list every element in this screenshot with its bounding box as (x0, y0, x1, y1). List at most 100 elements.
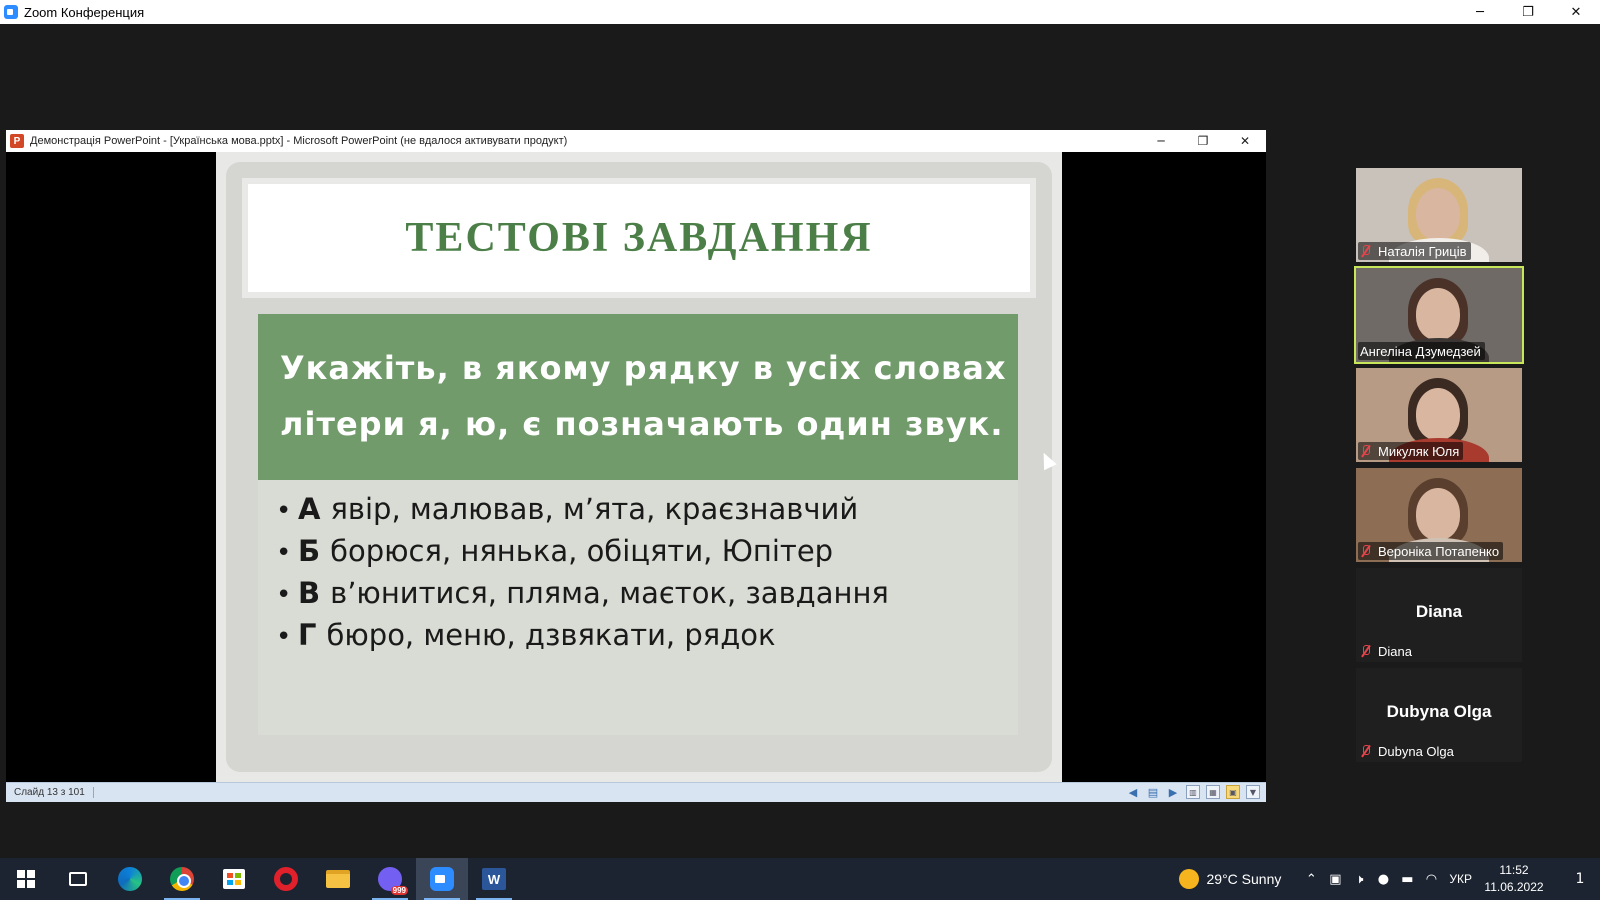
participant-display-name: Dubyna Olga (1386, 702, 1492, 721)
clock-time: 11:52 (1499, 863, 1529, 877)
meet-now-icon[interactable]: ▣ (1323, 872, 1347, 887)
slide[interactable]: ТЕСТОВІ ЗАВДАННЯ Укажіть, в якому рядку … (216, 152, 1062, 782)
participant-name: Микуляк Юля (1378, 443, 1460, 459)
start-button[interactable] (0, 858, 52, 900)
powerpoint-app-icon: P (10, 134, 24, 148)
edge-browser-icon (118, 867, 142, 891)
status-bar-icons: ◀ ▤ ▶ ▥ ▦ ▣ ▼ (1126, 785, 1260, 799)
battery-icon[interactable]: ▬ (1395, 872, 1419, 887)
viber-taskbar-button[interactable]: 999 (364, 858, 416, 900)
microsoft-store-icon (223, 869, 245, 889)
reading-view-icon[interactable]: ▣ (1226, 785, 1240, 799)
participant-tile[interactable]: Вероніка Потапенко (1356, 468, 1522, 562)
zoom-minimize-button[interactable]: ─ (1456, 0, 1504, 24)
zoom-restore-button[interactable]: ❐ (1504, 0, 1552, 24)
file-explorer-icon (326, 870, 350, 888)
bullet: • (276, 622, 292, 652)
zoom-titlebar: Zoom Конференция ─ ❐ ✕ (0, 0, 1600, 24)
participant-name-bar: Вероніка Потапенко (1358, 542, 1504, 560)
bullet: • (276, 538, 292, 568)
participant-tile[interactable]: Наталія Гриців (1356, 168, 1522, 262)
participant-name: Наталія Гриців (1378, 243, 1467, 259)
powerpoint-close-button[interactable]: ✕ (1224, 130, 1266, 152)
answer-text: борюся, нянька, обіцяти, Юпітер (330, 534, 834, 568)
answer-letter: В (298, 576, 321, 610)
taskbar-clock[interactable]: 11:52 11.06.2022 (1482, 862, 1546, 896)
participant-tile-active-speaker[interactable]: Ангеліна Дзумедзей (1354, 266, 1524, 364)
participant-name-bar: Наталія Гриців (1358, 242, 1471, 260)
slide-viewport[interactable]: ТЕСТОВІ ЗАВДАННЯ Укажіть, в якому рядку … (6, 152, 1266, 782)
slide-title: ТЕСТОВІ ЗАВДАННЯ (405, 215, 873, 261)
participant-tile[interactable]: Микуляк Юля (1356, 368, 1522, 462)
zoom-taskbar-button[interactable] (416, 858, 468, 900)
sun-icon[interactable] (1178, 869, 1199, 889)
powerpoint-minimize-button[interactable]: ─ (1140, 130, 1182, 152)
word-taskbar-button[interactable]: W (468, 858, 520, 900)
weather-widget[interactable]: 29°C Sunny (1207, 871, 1282, 887)
powerpoint-restore-button[interactable]: ❐ (1182, 130, 1224, 152)
task-view-button[interactable] (52, 858, 104, 900)
chrome-taskbar-button[interactable] (156, 858, 208, 900)
edge-taskbar-button[interactable] (104, 858, 156, 900)
answer-option-b: • Б борюся, нянька, обіцяти, Юпітер (276, 534, 1018, 576)
notification-center-icon[interactable]: 1 (1560, 871, 1600, 887)
mic-muted-icon (1360, 645, 1372, 657)
participant-name: Ангеліна Дзумедзей (1360, 343, 1481, 359)
normal-view-icon[interactable]: ▥ (1186, 785, 1200, 799)
answer-letter: А (298, 492, 321, 526)
microphone-icon[interactable]: ● (1371, 872, 1395, 887)
participant-name-bar: Ангеліна Дзумедзей (1358, 342, 1485, 360)
question-line-1: Укажіть, в якому рядку в усіх словах (280, 349, 1007, 387)
participant-name-bar: Микуляк Юля (1358, 442, 1464, 460)
viber-unread-badge: 999 (390, 886, 408, 895)
next-slide-icon[interactable]: ▶ (1166, 785, 1180, 799)
participant-name: Diana (1378, 643, 1412, 659)
slide-sorter-view-icon[interactable]: ▦ (1206, 785, 1220, 799)
participant-face (1416, 288, 1460, 340)
notification-count: 1 (1575, 871, 1585, 887)
show-hidden-icons-chevron-icon[interactable]: ⌃ (1299, 872, 1323, 887)
zoom-window-controls: ─ ❐ ✕ (1456, 0, 1600, 24)
answer-letter: Б (298, 534, 321, 568)
answer-letter: Г (298, 618, 317, 652)
opera-browser-icon (274, 867, 298, 891)
weather-temperature: 29°C (1206, 871, 1238, 887)
answer-option-d: • Г бюро, меню, дзвякати, рядок (276, 618, 1018, 660)
slide-frame: ТЕСТОВІ ЗАВДАННЯ Укажіть, в якому рядку … (226, 162, 1052, 772)
bullet: • (276, 496, 292, 526)
mic-muted-icon (1360, 545, 1372, 557)
opera-taskbar-button[interactable] (260, 858, 312, 900)
file-explorer-taskbar-button[interactable] (312, 858, 364, 900)
viber-icon: 999 (378, 867, 408, 895)
store-taskbar-button[interactable] (208, 858, 260, 900)
answer-text: бюро, меню, дзвякати, рядок (326, 618, 776, 652)
chrome-browser-icon (170, 867, 194, 891)
slide-counter: Слайд 13 з 101 (14, 787, 94, 798)
volume-icon[interactable]: 🕨 (1347, 872, 1371, 887)
zoom-close-button[interactable]: ✕ (1552, 0, 1600, 24)
system-tray: 29°C Sunny ⌃ ▣ 🕨 ● ▬ ◠ УКР 11:52 11.06.2… (1178, 858, 1600, 900)
slide-menu-icon[interactable]: ▤ (1146, 785, 1160, 799)
windows-start-icon (17, 870, 35, 888)
answer-text: в’юнитися, пляма, маєток, завдання (330, 576, 889, 610)
bullet: • (276, 580, 292, 610)
zoom-window-title: Zoom Конференция (24, 4, 145, 20)
answers-list: • А явір, малював, м’ята, краєзнавчий • … (258, 480, 1018, 735)
participant-face (1416, 188, 1460, 240)
previous-slide-icon[interactable]: ◀ (1126, 785, 1140, 799)
answer-text: явір, малював, м’ята, краєзнавчий (330, 492, 859, 526)
powerpoint-window: P Демонстрація PowerPoint - [Українська … (6, 130, 1266, 802)
participant-tile-no-video[interactable]: Dubyna Olga Dubyna Olga (1356, 668, 1522, 762)
slideshow-view-icon[interactable]: ▼ (1246, 785, 1260, 799)
wifi-icon[interactable]: ◠ (1419, 872, 1443, 887)
powerpoint-titlebar: P Демонстрація PowerPoint - [Українська … (6, 130, 1266, 152)
question-line-2: літери я, ю, є позначають один звук. (280, 405, 1004, 443)
participant-name: Dubyna Olga (1378, 743, 1454, 759)
mic-muted-icon (1360, 245, 1372, 257)
participant-tile-no-video[interactable]: Diana Diana (1356, 568, 1522, 662)
input-language-indicator[interactable]: УКР (1449, 872, 1472, 886)
word-icon: W (482, 868, 506, 890)
participant-name-bar: Dubyna Olga (1358, 742, 1458, 760)
mic-muted-icon (1360, 745, 1372, 757)
windows-taskbar: 999 W 29°C Sunny ⌃ ▣ 🕨 ● ▬ ◠ УКР 11:52 1… (0, 858, 1600, 900)
